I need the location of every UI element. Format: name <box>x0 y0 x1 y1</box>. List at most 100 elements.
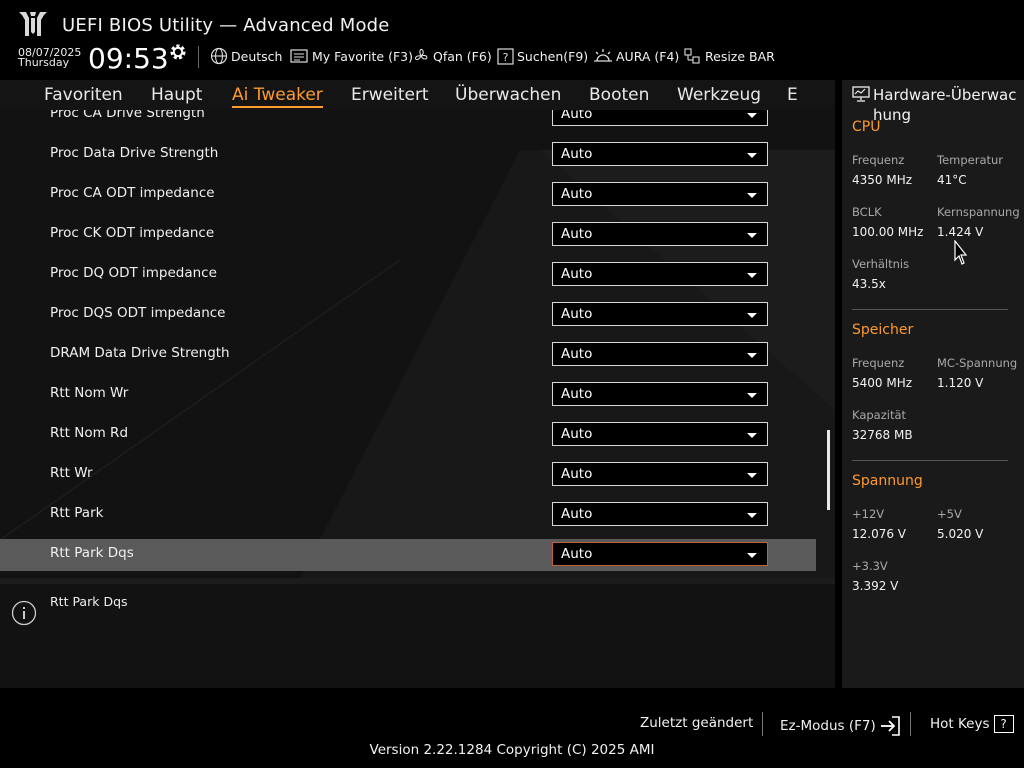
chevron-down-icon <box>747 193 757 198</box>
dropdown-value: Auto <box>561 186 593 202</box>
setting-row[interactable]: Rtt Wr Auto <box>0 459 816 491</box>
mem-freq-value: 5400 MHz <box>852 376 913 390</box>
dropdown-value: Auto <box>561 266 593 282</box>
help-search-icon: ? <box>497 47 514 65</box>
setting-row[interactable]: DRAM Data Drive Strength Auto <box>0 339 816 371</box>
mem-freq-label: Frequenz <box>852 356 905 370</box>
resize-bar-button[interactable]: Resize BAR <box>683 46 775 66</box>
scrollbar-thumb[interactable] <box>827 430 830 510</box>
setting-dropdown[interactable]: Auto <box>552 542 768 566</box>
setting-row[interactable]: Proc DQ ODT impedance Auto <box>0 259 816 291</box>
setting-dropdown[interactable]: Auto <box>552 342 768 366</box>
info-icon <box>11 600 37 626</box>
footer-bar: Zuletzt geändert Ez-Modus (F7) Hot Keys … <box>0 688 1024 768</box>
aura-icon <box>594 49 612 62</box>
setting-row[interactable]: Proc CA ODT impedance Auto <box>0 179 816 211</box>
setting-label: Proc CK ODT impedance <box>50 225 215 241</box>
mc-voltage-value: 1.120 V <box>937 376 984 390</box>
setting-label: Proc CA Drive Strength <box>50 110 205 121</box>
search-button[interactable]: ? Suchen(F9) <box>497 46 588 66</box>
app-title: UEFI BIOS Utility — Advanced Mode <box>62 15 390 36</box>
setting-dropdown[interactable]: Auto <box>552 110 768 126</box>
setting-dropdown[interactable]: Auto <box>552 142 768 166</box>
dropdown-value: Auto <box>561 426 593 442</box>
tab-ai-tweaker[interactable]: Ai Tweaker <box>232 85 323 108</box>
setting-dropdown[interactable]: Auto <box>552 502 768 526</box>
language-label: Deutsch <box>231 48 283 64</box>
v33-label: +3.3V <box>852 559 888 573</box>
setting-dropdown[interactable]: Auto <box>552 422 768 446</box>
setting-row[interactable]: Proc CK ODT impedance Auto <box>0 219 816 251</box>
section-divider <box>852 460 1008 461</box>
v5-label: +5V <box>937 507 962 521</box>
cpu-temp-label: Temperatur <box>937 153 1004 167</box>
setting-dropdown[interactable]: Auto <box>552 262 768 286</box>
my-favorite-label: My Favorite (F3) <box>312 48 413 64</box>
chevron-down-icon <box>747 513 757 518</box>
vcore-label: Kernspannung <box>937 205 1020 219</box>
setting-row[interactable]: Rtt Nom Wr Auto <box>0 379 816 411</box>
tab-erweitert[interactable]: Erweitert <box>351 85 429 105</box>
question-icon: ? <box>993 715 1014 733</box>
setting-label: Rtt Wr <box>50 465 93 481</box>
ratio-label: Verhältnis <box>852 257 910 271</box>
ez-mode-button[interactable]: Ez-Modus (F7) <box>780 715 901 737</box>
language-button[interactable]: Deutsch <box>210 46 282 66</box>
help-text: Rtt Park Dqs <box>50 594 128 609</box>
setting-row[interactable]: Proc CA Drive Strength Auto <box>0 110 816 131</box>
setting-row-selected[interactable]: Rtt Park Dqs Auto <box>0 539 816 571</box>
hot-keys-button[interactable]: Hot Keys ? <box>930 715 1014 733</box>
bclk-label: BCLK <box>852 205 882 219</box>
setting-row[interactable]: Rtt Park Auto <box>0 499 816 531</box>
cpu-freq-value: 4350 MHz <box>852 173 913 187</box>
setting-dropdown[interactable]: Auto <box>552 182 768 206</box>
section-divider <box>852 309 1008 310</box>
svg-text:?: ? <box>503 51 509 64</box>
chevron-down-icon <box>747 473 757 478</box>
help-panel: Rtt Park Dqs <box>0 578 835 688</box>
chevron-down-icon <box>747 113 757 118</box>
setting-dropdown[interactable]: Auto <box>552 382 768 406</box>
dropdown-value: Auto <box>561 506 593 522</box>
voltage-section-title: Spannung <box>852 473 923 489</box>
capacity-label: Kapazität <box>852 408 907 422</box>
last-modified-button[interactable]: Zuletzt geändert <box>640 715 753 731</box>
tab-ueberwachen[interactable]: Überwachen <box>455 85 561 105</box>
setting-label: Rtt Park <box>50 505 104 521</box>
header-divider <box>198 46 199 68</box>
aura-button[interactable]: AURA (F4) <box>593 46 679 66</box>
settings-list: Proc CA Drive Strength Auto Proc Data Dr… <box>0 110 835 578</box>
setting-label: DRAM Data Drive Strength <box>50 345 230 361</box>
cpu-temp-value: 41°C <box>937 173 967 187</box>
setting-row[interactable]: Proc DQS ODT impedance Auto <box>0 299 816 331</box>
setting-dropdown[interactable]: Auto <box>552 462 768 486</box>
chevron-down-icon <box>747 433 757 438</box>
setting-row[interactable]: Proc Data Drive Strength Auto <box>0 139 816 171</box>
tuf-logo-icon <box>19 12 47 36</box>
setting-label: Proc DQ ODT impedance <box>50 265 217 281</box>
qfan-button[interactable]: Qfan (F6) <box>412 46 492 66</box>
globe-icon <box>210 47 228 65</box>
memory-section-title: Speicher <box>852 322 914 338</box>
chevron-down-icon <box>747 553 757 558</box>
setting-label: Rtt Park Dqs <box>50 545 134 561</box>
clock-display: 09:53 <box>88 42 169 75</box>
tab-exit-partial[interactable]: E <box>787 85 798 105</box>
setting-dropdown[interactable]: Auto <box>552 302 768 326</box>
chevron-down-icon <box>747 273 757 278</box>
my-favorite-button[interactable]: My Favorite (F3) <box>290 46 413 66</box>
tab-haupt[interactable]: Haupt <box>151 85 202 105</box>
resize-bar-icon <box>684 48 700 64</box>
tab-werkzeug[interactable]: Werkzeug <box>677 85 761 105</box>
resize-bar-label: Resize BAR <box>705 48 775 64</box>
setting-row[interactable]: Rtt Nom Rd Auto <box>0 419 816 451</box>
setting-dropdown[interactable]: Auto <box>552 222 768 246</box>
setting-label: Proc Data Drive Strength <box>50 145 219 161</box>
gear-icon[interactable] <box>168 42 188 62</box>
tab-booten[interactable]: Booten <box>589 85 649 105</box>
date-display: 08/07/2025 Thursday <box>18 47 81 68</box>
chevron-down-icon <box>747 153 757 158</box>
dropdown-value: Auto <box>561 546 593 562</box>
bclk-value: 100.00 MHz <box>852 225 924 239</box>
tab-favoriten[interactable]: Favoriten <box>44 85 123 105</box>
